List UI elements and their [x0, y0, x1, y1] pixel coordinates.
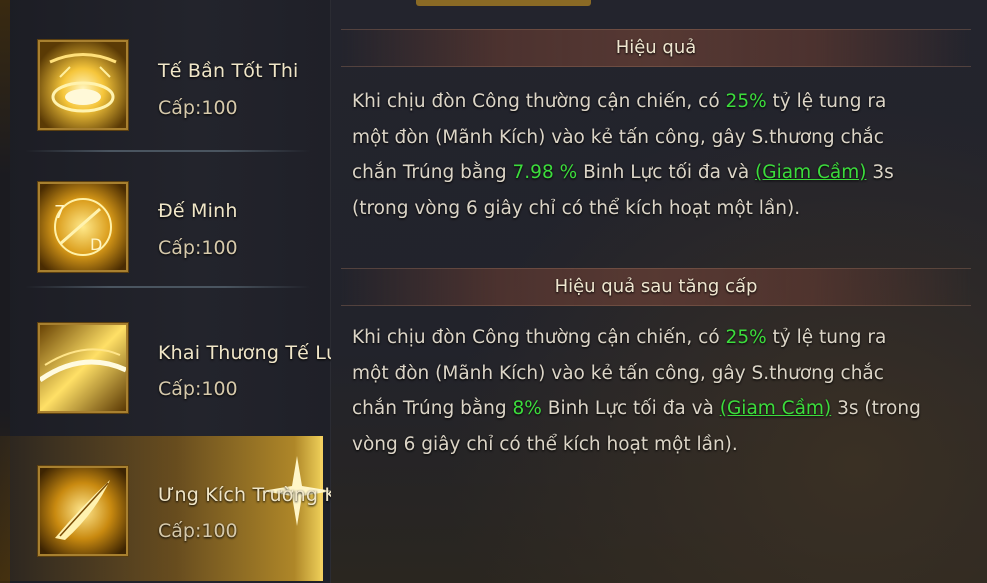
skill-item-selected[interactable]: Ưng Kích Trường Không Cấp:100	[0, 436, 385, 581]
skill-list: Tế Bần Tốt Thi Cấp:100 7 D Đế Minh Cấp:1…	[0, 0, 385, 583]
skill-name: Đế Minh	[158, 200, 238, 222]
upgrade-title: Hiệu quả sau tăng cấp	[554, 276, 758, 297]
golden-runes-icon: 7 D	[38, 182, 128, 272]
effect-header: Hiệu quả	[341, 29, 971, 67]
svg-text:7: 7	[54, 202, 65, 223]
golden-light-icon	[38, 323, 128, 413]
svg-text:D: D	[90, 235, 102, 254]
status-link[interactable]: (Giam Cầm)	[720, 398, 831, 419]
status-link[interactable]: (Giam Cầm)	[755, 162, 866, 183]
top-tab	[416, 0, 591, 6]
skill-level: Cấp:100	[158, 378, 238, 400]
skill-level: Cấp:100	[158, 520, 238, 542]
skill-item[interactable]: Khai Thương Tế Lương Cấp:100	[0, 292, 374, 422]
golden-feather-icon	[38, 466, 128, 556]
skill-name: Tế Bần Tốt Thi	[158, 60, 299, 82]
skill-item[interactable]: Tế Bần Tốt Thi Cấp:100	[0, 20, 330, 152]
skill-item[interactable]: 7 D Đế Minh Cấp:100	[0, 152, 330, 288]
effect-title: Hiệu quả	[615, 37, 697, 58]
upgrade-header: Hiệu quả sau tăng cấp	[341, 268, 971, 306]
effect-description: Khi chịu đòn Công thường cận chiến, có 2…	[352, 91, 894, 219]
upgrade-description: Khi chịu đòn Công thường cận chiến, có 2…	[352, 327, 921, 455]
skill-level: Cấp:100	[158, 237, 238, 259]
skill-level: Cấp:100	[158, 97, 238, 119]
golden-vortex-icon	[38, 40, 128, 130]
skill-detail-panel: Hiệu quả Khi chịu đòn Công thường cận ch…	[331, 0, 987, 583]
